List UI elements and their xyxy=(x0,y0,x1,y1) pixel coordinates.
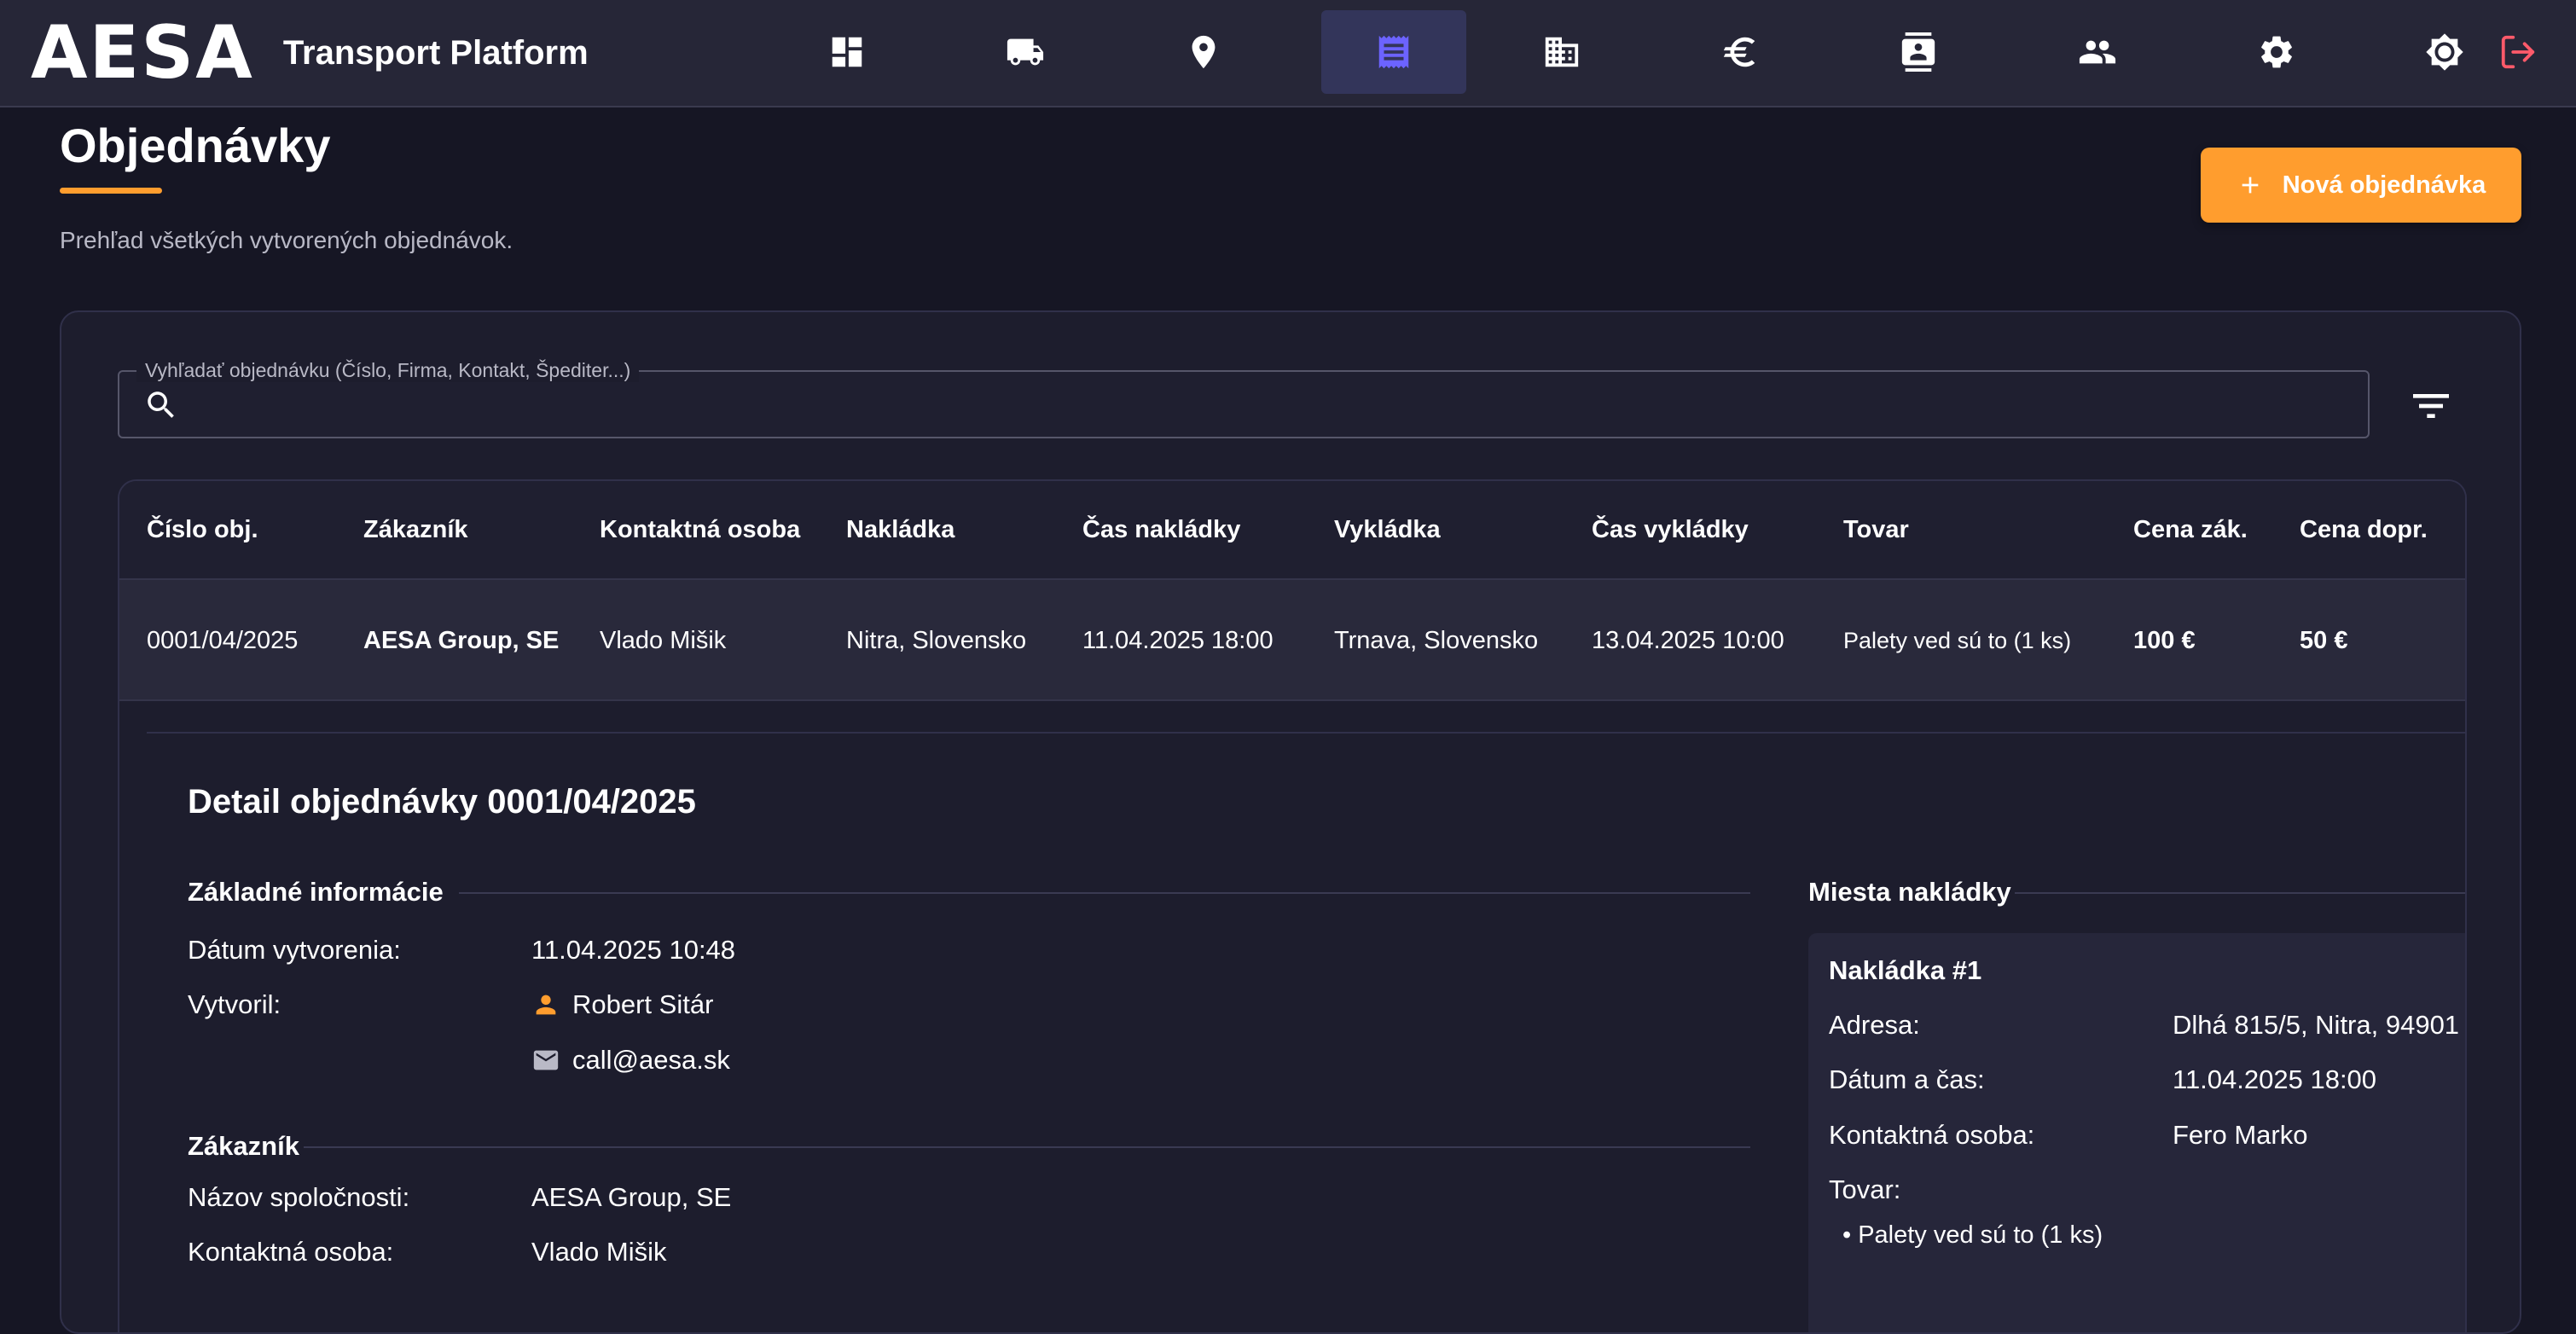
filter-icon xyxy=(2413,394,2449,418)
search-input[interactable] xyxy=(193,380,2342,430)
dashboard-icon xyxy=(832,37,862,67)
locations-nav-button[interactable] xyxy=(1131,10,1276,94)
brand[interactable]: AESA Transport Platform xyxy=(31,0,589,106)
customer-contact-text: Vlado Mišik xyxy=(531,1237,667,1267)
companies-nav-button[interactable] xyxy=(1489,10,1634,94)
section-divider xyxy=(459,892,1750,894)
customer-contact-label: Kontaktná osoba: xyxy=(188,1237,394,1267)
cell-cena-zak: 100 € xyxy=(2133,626,2196,654)
creator-label: Vytvoril: xyxy=(188,989,281,1019)
cell-nakladka: Nitra, Slovensko xyxy=(846,626,1027,654)
location-pin-icon xyxy=(1192,35,1215,69)
dashboard-nav-button[interactable] xyxy=(775,10,920,94)
column-header-kontakt[interactable]: Kontaktná osoba xyxy=(600,481,800,578)
cell-zakaznik: AESA Group, SE xyxy=(363,626,560,654)
cell-cas-nakladky: 11.04.2025 18:00 xyxy=(1082,626,1273,654)
theme-toggle-button[interactable] xyxy=(2421,10,2469,94)
loading-goods-label: Tovar: xyxy=(1829,1174,1901,1204)
cell-cas-vykladky: 13.04.2025 10:00 xyxy=(1592,626,1784,654)
created-date-label: Dátum vytvorenia: xyxy=(188,935,401,965)
column-header-tovar[interactable]: Tovar xyxy=(1843,481,1909,578)
cell-cislo: 0001/04/2025 xyxy=(147,626,299,654)
detail-title: Detail objednávky 0001/04/2025 xyxy=(188,783,696,821)
users-icon xyxy=(2079,40,2116,64)
app-name: Transport Platform xyxy=(282,33,589,72)
loading-contact-label: Kontaktná osoba: xyxy=(1829,1120,2035,1150)
created-date-text: 11.04.2025 10:48 xyxy=(531,935,736,965)
cell-cena-dopr: 50 € xyxy=(2300,626,2348,654)
logout-icon xyxy=(2501,35,2535,69)
creator-email-text: call@aesa.sk xyxy=(572,1045,730,1075)
created-date-value: 11.04.2025 10:48 xyxy=(531,933,735,967)
orders-card: Vyhľadať objednávku (Číslo, Firma, Konta… xyxy=(60,310,2521,1334)
table-header: Číslo obj. Zákazník Kontaktná osoba Nakl… xyxy=(119,481,2465,578)
person-icon xyxy=(536,995,556,1015)
loading-contact-text: Fero Marko xyxy=(2173,1120,2308,1150)
new-order-button-label: Nová objednávka xyxy=(2282,171,2486,199)
column-header-nakladka[interactable]: Nakládka xyxy=(846,481,954,578)
loading-place-card: Nakládka #1 Adresa: Dlhá 815/5, Nitra, 9… xyxy=(1808,933,2465,1332)
loading-goods-item: • Palety ved sú to (1 ks) xyxy=(1842,1221,2103,1249)
orders-receipt-icon xyxy=(1378,35,1409,69)
detail-divider xyxy=(147,732,2465,734)
euro-icon xyxy=(1723,37,1755,67)
logo: AESA xyxy=(31,10,254,96)
table-row[interactable]: 0001/04/2025 AESA Group, SE Vlado Mišik … xyxy=(119,578,2465,701)
users-nav-button[interactable] xyxy=(2025,10,2170,94)
loading-datetime-text: 11.04.2025 18:00 xyxy=(2173,1064,2377,1094)
orders-nav-button[interactable] xyxy=(1321,10,1466,94)
column-header-cas-vykladky[interactable]: Čas vykládky xyxy=(1592,481,1749,578)
column-header-cislo[interactable]: Číslo obj. xyxy=(147,481,258,578)
contacts-icon xyxy=(1901,32,1935,72)
creator-email[interactable]: call@aesa.sk xyxy=(531,1043,730,1077)
search-icon xyxy=(148,392,174,418)
logout-button[interactable] xyxy=(2494,10,2542,94)
company-building-icon xyxy=(1545,37,1579,67)
cell-vykladka: Trnava, Slovensko xyxy=(1334,626,1539,654)
column-header-cena-dopr[interactable]: Cena dopr. xyxy=(2300,481,2428,578)
search-field[interactable]: Vyhľadať objednávku (Číslo, Firma, Konta… xyxy=(118,358,2370,438)
company-name-label: Názov spoločnosti: xyxy=(188,1182,410,1212)
section-heading-loading-places: Miesta nakládky xyxy=(1808,877,2011,907)
column-header-cas-nakladky[interactable]: Čas nakládky xyxy=(1082,481,1240,578)
loading-contact-value: Fero Marko xyxy=(2173,1118,2307,1152)
orders-table: Číslo obj. Zákazník Kontaktná osoba Nakl… xyxy=(118,479,2467,1332)
creator-name: Robert Sitár xyxy=(531,988,713,1022)
loading-datetime-label: Dátum a čas: xyxy=(1829,1064,1985,1094)
loading-datetime-value: 11.04.2025 18:00 xyxy=(2173,1063,2376,1097)
plus-icon xyxy=(2242,177,2259,194)
theme-toggle-icon xyxy=(2426,33,2463,71)
creator-name-text: Robert Sitár xyxy=(572,989,714,1019)
column-header-cena-zak[interactable]: Cena zák. xyxy=(2133,481,2248,578)
section-divider xyxy=(304,1146,1750,1148)
filter-button[interactable] xyxy=(2407,382,2455,430)
company-name-value: AESA Group, SE xyxy=(531,1180,731,1215)
page-title: Objednávky xyxy=(60,119,331,172)
vehicles-nav-button[interactable] xyxy=(953,10,1098,94)
top-navigation-bar: AESA Transport Platform xyxy=(0,0,2576,107)
title-underline xyxy=(60,188,162,194)
settings-gear-icon xyxy=(2261,36,2292,68)
cell-tovar: Palety ved sú to (1 ks) xyxy=(1843,627,2072,653)
loading-place-title: Nakládka #1 xyxy=(1829,955,1982,985)
contacts-nav-button[interactable] xyxy=(1846,10,1991,94)
loading-address-text: Dlhá 815/5, Nitra, 94901 xyxy=(2173,1010,2460,1040)
column-header-zakaznik[interactable]: Zákazník xyxy=(363,481,468,578)
finance-nav-button[interactable] xyxy=(1668,10,1813,94)
page-subtitle: Prehľad všetkých vytvorených objednávok. xyxy=(60,227,513,253)
column-header-vykladka[interactable]: Vykládka xyxy=(1334,481,1441,578)
section-divider xyxy=(2015,892,2465,894)
company-name-text: AESA Group, SE xyxy=(531,1182,732,1212)
section-heading-basic-info: Základné informácie xyxy=(188,877,444,907)
loading-address-value: Dlhá 815/5, Nitra, 94901 xyxy=(2173,1008,2459,1042)
cell-kontakt: Vlado Mišik xyxy=(600,626,727,654)
mail-icon xyxy=(533,1050,559,1070)
new-order-button[interactable]: Nová objednávka xyxy=(2201,148,2521,223)
search-label: Vyhľadať objednávku (Číslo, Firma, Konta… xyxy=(136,358,640,382)
settings-nav-button[interactable] xyxy=(2204,10,2349,94)
truck-icon xyxy=(1007,38,1044,66)
customer-contact-value: Vlado Mišik xyxy=(531,1235,667,1269)
section-heading-customer: Zákazník xyxy=(188,1131,299,1161)
loading-address-label: Adresa: xyxy=(1829,1010,1920,1040)
